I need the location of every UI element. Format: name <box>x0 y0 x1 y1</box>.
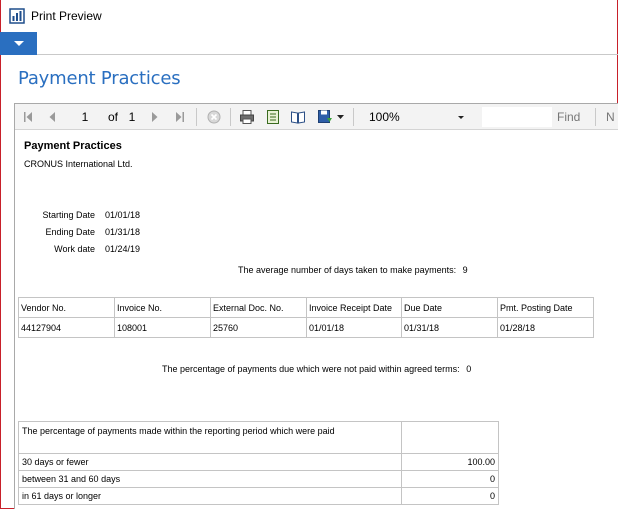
print-button[interactable] <box>237 104 257 130</box>
export-button[interactable] <box>314 104 336 130</box>
starting-date-label: Starting Date <box>42 210 95 220</box>
first-page-icon <box>24 112 32 122</box>
table-header-row: The percentage of payments made within t… <box>18 421 499 454</box>
ribbon-dropdown-button[interactable] <box>0 32 37 55</box>
average-days-value: 9 <box>462 265 468 275</box>
report-page: Payment Practices CRONUS International L… <box>15 131 618 509</box>
period-value: 0 <box>401 487 499 505</box>
ending-date-value: 01/31/18 <box>105 227 141 237</box>
report-viewer: of 1 <box>14 103 618 509</box>
print-icon <box>240 110 254 124</box>
toolbar-separator <box>196 108 197 126</box>
print-layout-button[interactable] <box>288 104 308 130</box>
table-cell: 108001 <box>114 317 211 338</box>
column-header: Due Date <box>401 297 498 318</box>
total-pages: 1 <box>128 110 136 124</box>
column-header: External Doc. No. <box>210 297 307 318</box>
table-row: 30 days or fewer 100.00 <box>18 453 499 471</box>
window-title: Print Preview <box>31 9 102 23</box>
vendor-invoice-table: Vendor No. Invoice No. External Doc. No.… <box>18 297 594 338</box>
table-cell: 01/28/18 <box>497 317 594 338</box>
page-of-label: of <box>107 110 118 124</box>
stop-icon <box>207 110 221 124</box>
previous-page-button[interactable] <box>45 104 59 130</box>
table-row: 44127904 108001 25760 01/01/18 01/31/18 … <box>18 317 594 338</box>
table-row: in 61 days or longer 0 <box>18 487 499 505</box>
export-icon <box>318 110 332 123</box>
starting-date-value: 01/01/18 <box>105 210 141 220</box>
table-cell: 44127904 <box>18 317 115 338</box>
payment-period-table: The percentage of payments made within t… <box>18 421 499 505</box>
toolbar-separator <box>353 108 354 126</box>
print-preview-app-icon <box>9 8 25 24</box>
period-table-header-empty <box>401 421 499 454</box>
table-header-row: Vendor No. Invoice No. External Doc. No.… <box>18 297 594 318</box>
page-setup-button[interactable] <box>263 104 283 130</box>
table-row: between 31 and 60 days 0 <box>18 470 499 488</box>
period-value: 0 <box>401 470 499 488</box>
period-value: 100.00 <box>401 453 499 471</box>
table-cell: 25760 <box>210 317 307 338</box>
report-title: Payment Practices <box>24 140 122 152</box>
ending-date-label: Ending Date <box>45 227 95 237</box>
percent-not-paid-label: The percentage of payments due which wer… <box>162 364 460 374</box>
toolbar-separator <box>595 108 596 126</box>
page-title: Payment Practices <box>18 68 181 89</box>
previous-page-icon <box>49 112 55 122</box>
last-page-button[interactable] <box>173 104 187 130</box>
current-page-input[interactable] <box>65 108 105 126</box>
first-page-button[interactable] <box>21 104 35 130</box>
company-name: CRONUS International Ltd. <box>24 159 133 169</box>
find-button[interactable]: Find <box>557 104 580 130</box>
average-days-line: The average number of days taken to make… <box>238 265 468 275</box>
work-date-label: Work date <box>54 244 95 254</box>
next-page-button[interactable] <box>148 104 162 130</box>
table-cell: 01/01/18 <box>306 317 402 338</box>
period-table-header: The percentage of payments made within t… <box>18 421 402 454</box>
zoom-value: 100% <box>369 110 400 124</box>
work-date-value: 01/24/19 <box>105 244 141 254</box>
percent-not-paid-line: The percentage of payments due which wer… <box>162 364 471 374</box>
period-label: 30 days or fewer <box>18 453 402 471</box>
column-header: Pmt. Posting Date <box>497 297 594 318</box>
toolbar-separator <box>230 108 231 126</box>
export-dropdown-button[interactable] <box>335 104 345 130</box>
average-days-label: The average number of days taken to make… <box>238 265 457 275</box>
report-toolbar: of 1 <box>15 104 618 130</box>
ribbon-dropdown-icon <box>13 41 24 46</box>
page-setup-icon <box>267 110 279 124</box>
find-next-button[interactable]: N <box>606 104 615 130</box>
table-cell: 01/31/18 <box>401 317 498 338</box>
print-layout-icon <box>291 111 305 124</box>
zoom-select[interactable]: 100% <box>362 108 466 126</box>
dropdown-arrow-icon <box>336 115 344 119</box>
find-text-input[interactable] <box>482 107 552 127</box>
column-header: Invoice Receipt Date <box>306 297 402 318</box>
stop-button[interactable] <box>205 104 223 130</box>
title-bar: Print Preview <box>0 0 618 32</box>
column-header: Invoice No. <box>114 297 211 318</box>
last-page-icon <box>176 112 184 122</box>
ribbon <box>0 32 618 55</box>
dropdown-arrow-icon <box>458 115 464 119</box>
percent-not-paid-value: 0 <box>466 364 472 374</box>
period-label: between 31 and 60 days <box>18 470 402 488</box>
period-label: in 61 days or longer <box>18 487 402 505</box>
column-header: Vendor No. <box>18 297 115 318</box>
next-page-icon <box>152 112 158 122</box>
